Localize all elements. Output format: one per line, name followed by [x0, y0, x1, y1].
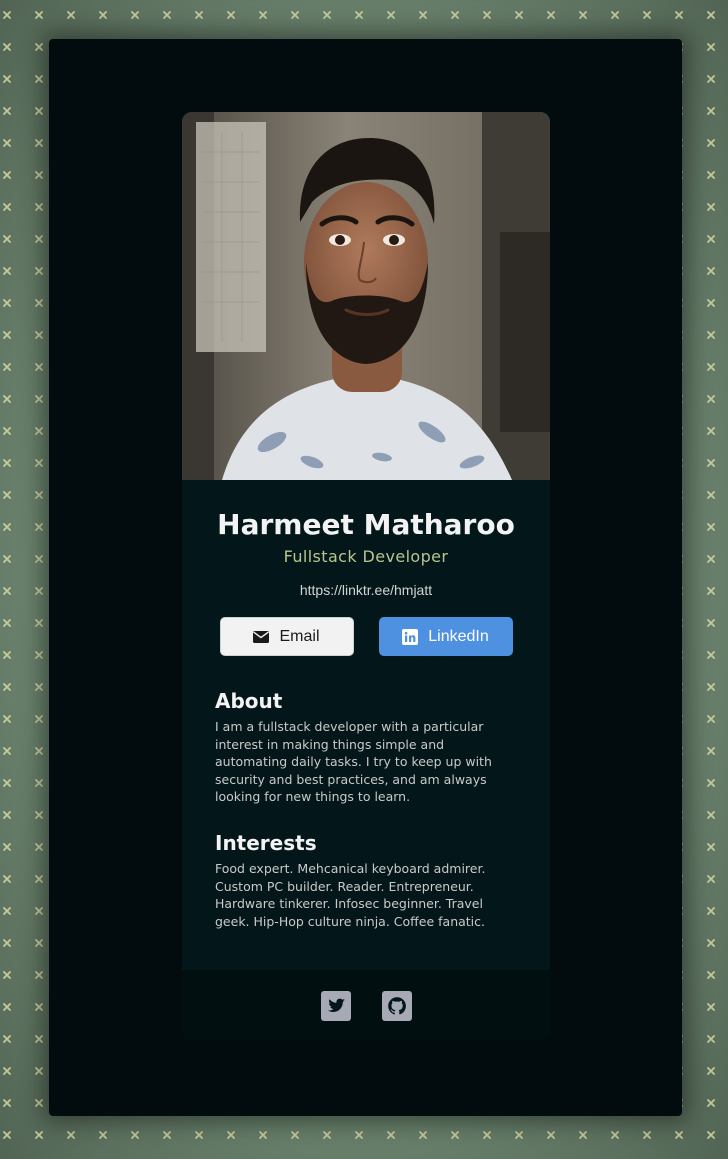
email-button-label: Email	[279, 627, 320, 645]
linkedin-button-label: LinkedIn	[428, 627, 489, 645]
profile-card: Harmeet Matharoo Fullstack Developer htt…	[182, 112, 550, 1041]
linkedin-icon	[402, 628, 419, 645]
contact-buttons: Email LinkedIn	[182, 617, 550, 656]
about-section: About I am a fullstack developer with a …	[182, 688, 550, 806]
twitter-icon[interactable]	[320, 990, 351, 1021]
profile-photo	[182, 112, 550, 480]
email-button[interactable]: Email	[219, 617, 354, 656]
interests-text: Food expert. Mehcanical keyboard admirer…	[215, 860, 486, 929]
about-heading: About	[215, 689, 283, 713]
social-footer	[182, 970, 550, 1041]
interests-heading: Interests	[215, 830, 317, 855]
linkedin-button[interactable]: LinkedIn	[378, 617, 513, 656]
profile-name: Harmeet Matharoo	[217, 508, 515, 541]
page-frame: Harmeet Matharoo Fullstack Developer htt…	[49, 39, 682, 1116]
profile-role: Fullstack Developer	[283, 547, 449, 566]
profile-info: Harmeet Matharoo Fullstack Developer htt…	[182, 480, 550, 656]
envelope-icon	[253, 630, 270, 643]
interests-section: Interests Food expert. Mehcanical keyboa…	[182, 830, 550, 930]
profile-link[interactable]: https://linktr.ee/hmjatt	[182, 581, 550, 599]
about-text: I am a fullstack developer with a partic…	[215, 719, 492, 805]
github-icon[interactable]	[381, 990, 412, 1021]
